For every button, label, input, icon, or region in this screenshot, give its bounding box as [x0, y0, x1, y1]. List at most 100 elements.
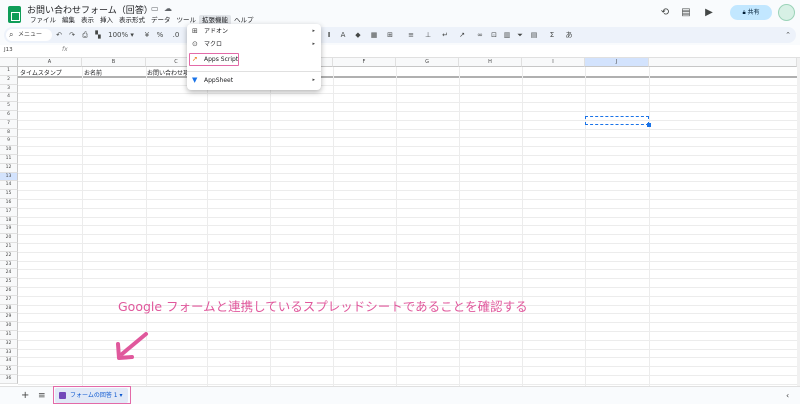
- menu-item-macros-label: マクロ: [204, 41, 223, 48]
- row-header-33[interactable]: 33: [0, 348, 18, 358]
- all-sheets-icon[interactable]: ≡: [38, 391, 46, 401]
- row-header-27[interactable]: 27: [0, 295, 18, 305]
- menu-data[interactable]: データ: [148, 15, 174, 25]
- row-header-4[interactable]: 4: [0, 93, 18, 103]
- merge-cells-icon[interactable]: ⊞: [384, 29, 396, 41]
- row-header-9[interactable]: 9: [0, 137, 18, 147]
- selected-cell-j13[interactable]: [585, 116, 651, 127]
- row-header-5[interactable]: 5: [0, 102, 18, 111]
- add-sheet-icon[interactable]: +: [21, 391, 29, 401]
- align-left-icon[interactable]: ≡: [405, 29, 417, 41]
- cell-b1[interactable]: お名前: [84, 68, 102, 77]
- column-header-h[interactable]: H: [459, 58, 522, 67]
- row-header-36[interactable]: 36: [0, 375, 18, 384]
- move-folder-icon[interactable]: ▭: [151, 4, 159, 13]
- row-header-19[interactable]: 19: [0, 225, 18, 235]
- row-header-35[interactable]: 35: [0, 366, 18, 375]
- currency-format-button[interactable]: ¥: [143, 29, 151, 41]
- column-header-f[interactable]: F: [333, 58, 396, 67]
- name-box[interactable]: J13: [4, 47, 13, 53]
- menu-file[interactable]: ファイル: [27, 15, 59, 25]
- italic-icon[interactable]: I: [325, 29, 333, 41]
- column-header-b[interactable]: B: [82, 58, 146, 67]
- sheets-logo-icon[interactable]: [8, 6, 21, 23]
- redo-icon[interactable]: ↷: [68, 29, 76, 41]
- row-header-23[interactable]: 23: [0, 260, 18, 270]
- menu-item-macros[interactable]: ⊙ マクロ ▸: [187, 39, 321, 50]
- comment-icon[interactable]: ⊡: [490, 29, 498, 41]
- menu-view[interactable]: 表示: [78, 15, 97, 25]
- row-header-26[interactable]: 26: [0, 287, 18, 296]
- row-header-1[interactable]: 1: [0, 67, 18, 76]
- row-header-25[interactable]: 25: [0, 278, 18, 287]
- avatar[interactable]: [778, 4, 795, 21]
- row-header-18[interactable]: 18: [0, 216, 18, 226]
- collapse-toolbar-icon[interactable]: ⌃: [784, 29, 792, 41]
- row-gridline: [18, 322, 797, 324]
- row-header-17[interactable]: 17: [0, 207, 18, 217]
- row-header-29[interactable]: 29: [0, 313, 18, 323]
- menu-item-appsheet[interactable]: ▼ AppSheet ▸: [187, 75, 321, 86]
- filter-icon[interactable]: ⏷: [516, 29, 524, 41]
- text-wrap-icon[interactable]: ↵: [439, 29, 451, 41]
- menu-insert[interactable]: 挿入: [97, 15, 116, 25]
- row-header-14[interactable]: 14: [0, 181, 18, 191]
- menu-search-button[interactable]: メニュー: [6, 29, 52, 41]
- row-header-20[interactable]: 20: [0, 234, 18, 243]
- input-tools-icon[interactable]: あ: [563, 29, 575, 41]
- decimal-icon[interactable]: .0: [172, 29, 180, 41]
- text-rotate-icon[interactable]: ↗: [456, 29, 468, 41]
- row-header-10[interactable]: 10: [0, 146, 18, 155]
- menu-edit[interactable]: 編集: [59, 15, 78, 25]
- comments-icon[interactable]: ▤: [680, 7, 692, 19]
- borders-icon[interactable]: ▦: [370, 29, 378, 41]
- vertical-align-icon[interactable]: ⊥: [422, 29, 434, 41]
- side-panel-toggle-icon[interactable]: ‹: [786, 391, 789, 400]
- row-header-30[interactable]: 30: [0, 322, 18, 331]
- paint-format-icon[interactable]: ▚: [94, 29, 102, 41]
- fill-color-icon[interactable]: ◆: [354, 29, 362, 41]
- functions-icon[interactable]: Σ: [548, 29, 556, 41]
- column-gridline: [522, 67, 523, 386]
- percent-format-button[interactable]: %: [156, 29, 164, 41]
- menu-divider: [187, 71, 321, 72]
- history-icon[interactable]: ⟲: [659, 7, 671, 19]
- row-header-3[interactable]: 3: [0, 84, 18, 94]
- meet-icon[interactable]: ▶: [703, 7, 715, 19]
- chart-icon[interactable]: ▥: [503, 29, 511, 41]
- row-header-31[interactable]: 31: [0, 331, 18, 340]
- row-header-6[interactable]: 6: [0, 111, 18, 120]
- row-header-15[interactable]: 15: [0, 190, 18, 199]
- zoom-select[interactable]: 100% ▾: [108, 29, 134, 41]
- column-header-i[interactable]: I: [522, 58, 585, 67]
- undo-icon[interactable]: ↶: [55, 29, 63, 41]
- select-all-corner[interactable]: [0, 58, 18, 67]
- filter-views-icon[interactable]: ▤: [528, 29, 540, 41]
- cell-a1[interactable]: タイムスタンプ: [20, 68, 62, 77]
- row-header-24[interactable]: 24: [0, 269, 18, 279]
- row-header-16[interactable]: 16: [0, 199, 18, 208]
- row-header-21[interactable]: 21: [0, 243, 18, 252]
- row-header-32[interactable]: 32: [0, 339, 18, 349]
- row-header-11[interactable]: 11: [0, 155, 18, 164]
- cloud-saved-icon[interactable]: ☁: [164, 4, 172, 13]
- link-icon[interactable]: ∞: [476, 29, 484, 41]
- print-icon[interactable]: ⎙: [81, 29, 89, 41]
- row-header-13[interactable]: 13: [0, 172, 18, 182]
- menu-item-addons[interactable]: ⊞ アドオン ▸: [187, 26, 321, 37]
- row-header-22[interactable]: 22: [0, 251, 18, 261]
- row-header-34[interactable]: 34: [0, 357, 18, 367]
- row-header-12[interactable]: 12: [0, 163, 18, 173]
- star-icon[interactable]: ☆: [138, 4, 145, 13]
- row-header-8[interactable]: 8: [0, 128, 18, 138]
- submenu-arrow-icon: ▸: [312, 77, 315, 83]
- row-header-7[interactable]: 7: [0, 119, 18, 129]
- column-header-j[interactable]: J: [585, 58, 649, 67]
- column-header-g[interactable]: G: [396, 58, 459, 67]
- column-header-a[interactable]: A: [18, 58, 82, 67]
- menu-format[interactable]: 表示形式: [116, 15, 148, 25]
- row-header-28[interactable]: 28: [0, 304, 18, 314]
- text-color-icon[interactable]: A: [339, 29, 347, 41]
- row-header-2[interactable]: 2: [0, 75, 18, 85]
- share-button[interactable]: 🔒︎ 共有: [730, 5, 772, 20]
